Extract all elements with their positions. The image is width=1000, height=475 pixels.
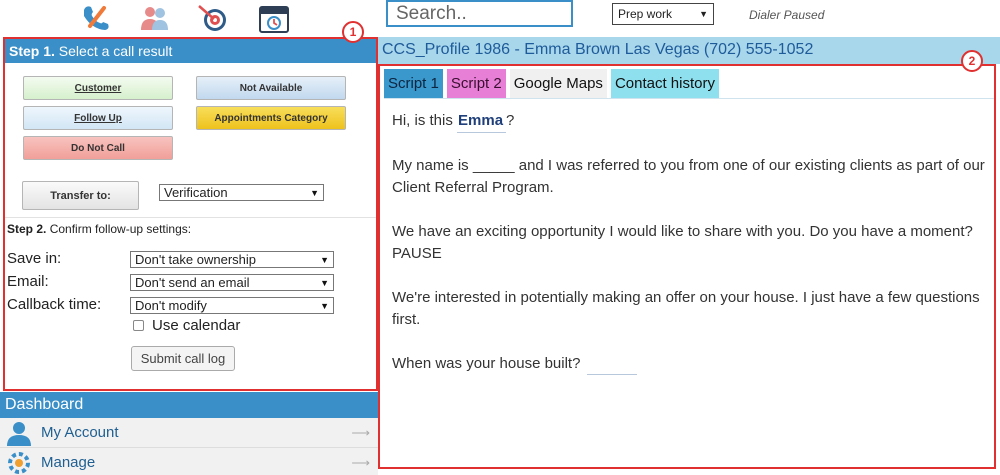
save-in-select[interactable]: Don't take ownership ▼ bbox=[130, 251, 334, 268]
script-paragraph: My name is _____ and I was referred to y… bbox=[392, 157, 985, 196]
target-icon[interactable] bbox=[196, 2, 228, 34]
search-placeholder: Search.. bbox=[396, 2, 467, 24]
step1-header: Step 1. Select a call result bbox=[5, 39, 376, 63]
email-label: Email: bbox=[7, 273, 49, 290]
tab-divider bbox=[384, 98, 994, 99]
user-icon bbox=[6, 420, 32, 446]
email-select[interactable]: Don't send an email ▼ bbox=[130, 274, 334, 291]
transfer-target-select[interactable]: Verification ▼ bbox=[159, 184, 324, 201]
script-body: Hi, is this Emma? My name is _____ and I… bbox=[392, 110, 992, 397]
chevron-down-icon: ▼ bbox=[310, 187, 319, 198]
profile-title-bar: CCS_Profile 1986 - Emma Brown Las Vegas … bbox=[378, 37, 1000, 64]
step1-prefix: Step 1. bbox=[9, 43, 55, 59]
step-badge-2: 2 bbox=[961, 50, 983, 72]
tab-contact-history[interactable]: Contact history bbox=[610, 69, 719, 98]
contact-name-field[interactable]: Emma bbox=[457, 110, 507, 133]
dashboard-menu: Dashboard My Account ⟶ Manage ⟶ bbox=[0, 392, 378, 475]
step-badge-1: 1 bbox=[342, 21, 364, 43]
step2-header: Step 2. Confirm follow-up settings: bbox=[7, 222, 191, 236]
script-paragraph: Hi, is this Emma? bbox=[392, 110, 992, 133]
use-calendar-label: Use calendar bbox=[152, 317, 241, 334]
customer-button[interactable]: Customer bbox=[23, 76, 173, 100]
dashboard-item-label: Manage bbox=[41, 454, 96, 471]
agent-status-value: Prep work bbox=[618, 7, 673, 21]
email-value: Don't send an email bbox=[135, 275, 250, 290]
greeting-end: ? bbox=[506, 112, 515, 129]
callback-time-value: Don't modify bbox=[135, 298, 207, 313]
top-icon-bar bbox=[0, 0, 380, 36]
callback-time-select[interactable]: Don't modify ▼ bbox=[130, 297, 334, 314]
phone-icon[interactable] bbox=[80, 2, 112, 34]
greeting-text: Hi, is this bbox=[392, 112, 453, 129]
dashboard-item-my-account[interactable]: My Account ⟶ bbox=[0, 418, 378, 448]
step1-text: Select a call result bbox=[58, 43, 173, 59]
script-paragraph: When was your house built? bbox=[392, 353, 992, 375]
chevron-down-icon: ▼ bbox=[699, 9, 708, 19]
dialer-status: Dialer Paused bbox=[749, 8, 825, 22]
not-available-button[interactable]: Not Available bbox=[196, 76, 346, 100]
appointments-category-button[interactable]: Appointments Category bbox=[196, 106, 346, 130]
script-paragraph: We have an exciting opportunity I would … bbox=[392, 223, 973, 262]
script-paragraph: We're interested in potentially making a… bbox=[392, 289, 980, 328]
gear-icon bbox=[6, 450, 32, 475]
script-panel: Script 1 Script 2 Google Maps Contact hi… bbox=[378, 64, 996, 469]
submit-call-log-button[interactable]: Submit call log bbox=[131, 346, 235, 371]
step2-prefix: Step 2. bbox=[7, 222, 47, 236]
question-text: When was your house built? bbox=[392, 355, 581, 372]
contacts-icon[interactable] bbox=[138, 2, 170, 34]
calendar-icon[interactable] bbox=[258, 2, 290, 34]
house-built-answer-field[interactable] bbox=[586, 361, 637, 375]
step-divider bbox=[5, 217, 376, 218]
dashboard-header: Dashboard bbox=[0, 392, 378, 418]
tab-google-maps[interactable]: Google Maps bbox=[509, 69, 607, 98]
chevron-down-icon: ▼ bbox=[320, 277, 329, 288]
follow-up-button[interactable]: Follow Up bbox=[23, 106, 173, 130]
dashboard-item-label: My Account bbox=[41, 424, 119, 441]
use-calendar-checkbox[interactable] bbox=[133, 320, 144, 331]
tab-script-1[interactable]: Script 1 bbox=[384, 69, 443, 98]
arrow-right-icon: ⟶ bbox=[351, 425, 370, 440]
callback-time-label: Callback time: bbox=[7, 296, 102, 313]
step2-text: Confirm follow-up settings: bbox=[49, 222, 192, 236]
save-in-label: Save in: bbox=[7, 250, 62, 267]
call-result-panel: Step 1. Select a call result Customer No… bbox=[3, 37, 378, 391]
tab-script-2[interactable]: Script 2 bbox=[446, 69, 506, 98]
do-not-call-button[interactable]: Do Not Call bbox=[23, 136, 173, 160]
save-in-value: Don't take ownership bbox=[135, 252, 256, 267]
transfer-target-value: Verification bbox=[164, 185, 228, 200]
chevron-down-icon: ▼ bbox=[320, 254, 329, 265]
dashboard-item-manage[interactable]: Manage ⟶ bbox=[0, 448, 378, 475]
script-tabs: Script 1 Script 2 Google Maps Contact hi… bbox=[384, 69, 719, 98]
agent-status-select[interactable]: Prep work ▼ bbox=[612, 3, 714, 25]
profile-title: CCS_Profile 1986 - Emma Brown Las Vegas … bbox=[382, 41, 814, 58]
search-input[interactable]: Search.. bbox=[386, 0, 573, 27]
arrow-right-icon: ⟶ bbox=[351, 455, 370, 470]
chevron-down-icon: ▼ bbox=[320, 300, 329, 311]
transfer-to-button[interactable]: Transfer to: bbox=[22, 181, 139, 210]
